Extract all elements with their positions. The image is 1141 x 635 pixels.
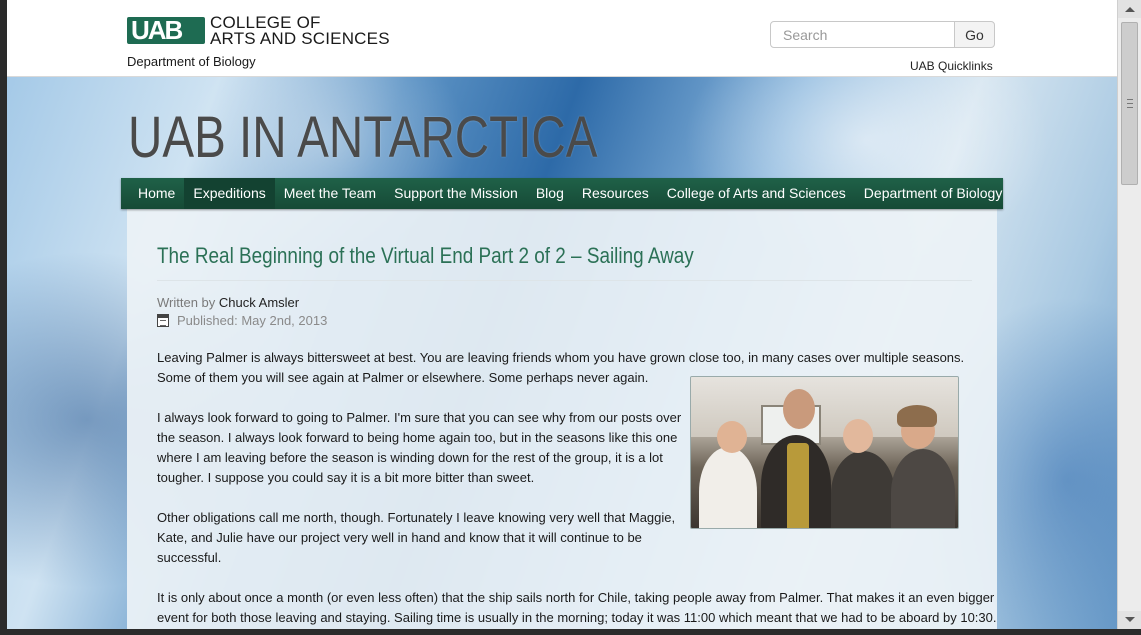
search-input[interactable]	[770, 21, 955, 48]
paragraph-line: tougher. I suppose you could say it is a…	[157, 470, 535, 485]
photo-shirt	[787, 443, 809, 528]
photo-hat	[897, 405, 937, 427]
top-header: UAB COLLEGE OF ARTS AND SCIENCES Departm…	[7, 0, 1117, 77]
go-button[interactable]: Go	[954, 21, 995, 48]
paragraph-line: the season. I always look forward to bei…	[157, 430, 678, 445]
paragraph-line: Leaving Palmer is always bittersweet at …	[157, 350, 965, 365]
paragraph-line: successful.	[157, 550, 222, 565]
paragraph-line: where I am leaving before the season is …	[157, 450, 663, 465]
window-frame-bottom	[0, 629, 1141, 635]
scroll-down-arrow-icon[interactable]	[1118, 611, 1141, 629]
team-photo[interactable]	[690, 376, 959, 529]
paragraph-line: event for both those leaving and staying…	[157, 610, 997, 625]
paragraph-line: Other obligations call me north, though.…	[157, 510, 676, 525]
article-title[interactable]: The Real Beginning of the Virtual End Pa…	[157, 243, 694, 269]
vertical-scrollbar[interactable]	[1117, 0, 1141, 629]
calendar-icon	[157, 314, 169, 327]
photo-person	[891, 449, 955, 528]
nav-item-college-of-arts-and-sciences[interactable]: College of Arts and Sciences	[658, 178, 855, 209]
article-content: The Real Beginning of the Virtual End Pa…	[127, 209, 997, 629]
paragraph-line: Kate, and Julie have our project very we…	[157, 530, 642, 545]
logo-line-2: ARTS AND SCIENCES	[210, 29, 390, 48]
nav-item-expeditions[interactable]: Expeditions	[184, 178, 275, 209]
window-frame-left	[0, 0, 7, 635]
written-by-label: Written by	[157, 295, 216, 310]
uab-logo-text: UAB	[131, 15, 183, 45]
department-label: Department of Biology	[127, 54, 256, 69]
published-text: Published: May 2nd, 2013	[177, 313, 328, 328]
uab-logo-mark: UAB	[127, 17, 205, 44]
photo-person	[699, 447, 757, 528]
nav-item-meet-the-team[interactable]: Meet the Team	[275, 178, 385, 209]
scroll-grip-icon	[1127, 99, 1133, 108]
photo-person-head	[717, 421, 747, 453]
photo-person-head	[843, 419, 873, 453]
page-viewport: UAB COLLEGE OF ARTS AND SCIENCES Departm…	[7, 0, 1117, 629]
scroll-thumb[interactable]	[1121, 22, 1138, 185]
nav-item-resources[interactable]: Resources	[573, 178, 658, 209]
title-divider	[157, 280, 972, 281]
author-name: Chuck Amsler	[218, 295, 300, 310]
uab-quicklinks-link[interactable]: UAB Quicklinks	[910, 59, 993, 73]
site-title[interactable]: UAB IN ANTARCTICA	[128, 104, 598, 171]
paragraph-line: Some of them you will see again at Palme…	[157, 370, 649, 385]
byline: Written by Chuck Amsler	[157, 295, 299, 310]
paragraph-line: I always look forward to going to Palmer…	[157, 410, 682, 425]
scroll-up-arrow-icon[interactable]	[1118, 0, 1141, 18]
nav-item-blog[interactable]: Blog	[527, 178, 573, 209]
main-nav: Home Expeditions Meet the Team Support t…	[121, 178, 1003, 209]
published-date: Published: May 2nd, 2013	[157, 313, 327, 328]
nav-item-support-the-mission[interactable]: Support the Mission	[385, 178, 527, 209]
college-logo[interactable]: UAB COLLEGE OF ARTS AND SCIENCES Departm…	[127, 14, 397, 72]
nav-item-home[interactable]: Home	[121, 178, 184, 209]
nav-item-department-of-biology[interactable]: Department of Biology	[855, 178, 1012, 209]
photo-person	[831, 451, 895, 528]
photo-person-head	[783, 389, 815, 429]
paragraph-line: It is only about once a month (or even l…	[157, 590, 995, 605]
